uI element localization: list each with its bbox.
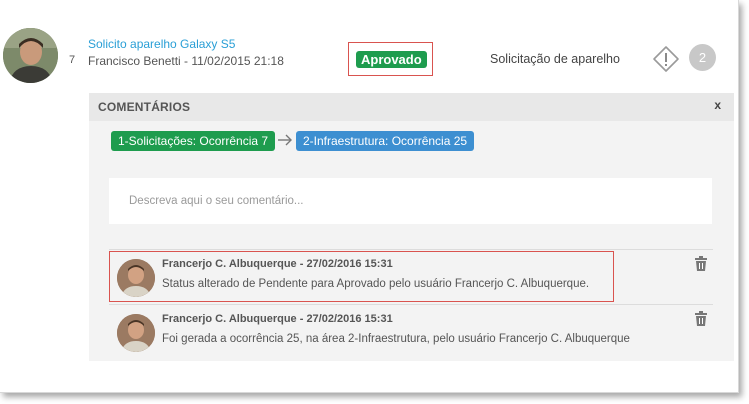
comment-avatar [117,259,155,297]
flow-chip-target[interactable]: 2-Infraestrutura: Ocorrência 25 [296,131,475,151]
ticket-number: 7 [69,54,76,66]
divider [109,249,713,250]
trash-icon[interactable] [694,311,708,327]
comment-author: Francerjo C. Albuquerque - 27/02/2016 15… [162,313,393,325]
warning-diamond-icon[interactable] [652,45,680,73]
comment-avatar [117,314,155,352]
requester-avatar [3,28,58,83]
close-button[interactable]: x [714,98,721,112]
comment-input[interactable] [109,178,712,224]
ticket-card: 7 Solicito aparelho Galaxy S5 Francisco … [0,0,739,393]
trash-icon[interactable] [694,256,708,272]
comment-count-badge[interactable]: 2 [689,44,716,71]
arrow-right-icon [278,134,292,146]
status-badge: Aprovado [356,51,427,68]
comment-text: Foi gerada a ocorrência 25, na área 2-In… [162,333,630,345]
comment-author: Francerjo C. Albuquerque - 27/02/2016 15… [162,258,393,270]
ticket-type: Solicitação de aparelho [490,52,620,66]
flow-chip-origin[interactable]: 1-Solicitações: Ocorrência 7 [111,131,276,151]
ticket-title-link[interactable]: Solicito aparelho Galaxy S5 [88,37,235,51]
comment-text: Status alterado de Pendente para Aprovad… [162,278,590,290]
comments-title: COMENTÁRIOS [98,100,191,114]
ticket-author-date: Francisco Benetti - 11/02/2015 21:18 [88,54,284,68]
divider [109,304,713,305]
comments-header: COMENTÁRIOS x [89,93,734,121]
